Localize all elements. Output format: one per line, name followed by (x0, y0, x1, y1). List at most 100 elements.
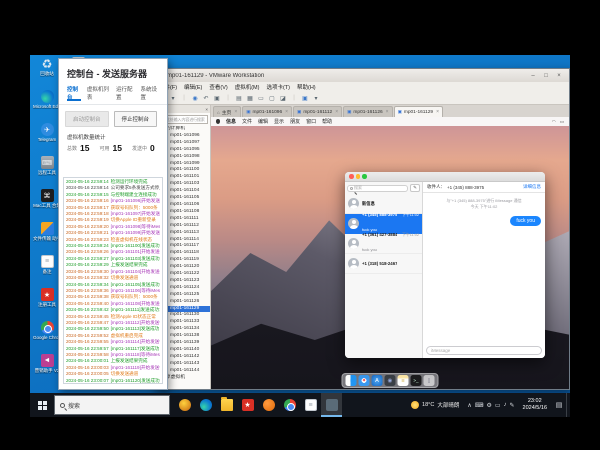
macos-menu-item[interactable]: 窗口 (306, 118, 316, 125)
toolbar-icon[interactable]: ▦ (245, 93, 255, 103)
desktop-icon[interactable]: ★ 注册工具 (33, 288, 61, 318)
tab-close-icon[interactable]: × (436, 109, 439, 115)
message-input[interactable]: iMessage (426, 346, 542, 355)
vm-tab[interactable]: ▣ mp01-161112 × (293, 106, 342, 117)
desktop-icon[interactable]: ≡ 备注 (33, 255, 61, 285)
menubar-status-icon[interactable]: ◠ (552, 119, 556, 125)
taskbar-app-button[interactable] (321, 393, 342, 417)
taskbar-search-input[interactable]: 搜索 (54, 395, 170, 415)
to-value[interactable]: +1 (345) 888-3975 (447, 185, 484, 190)
taskbar-app-button[interactable]: ≡ (300, 393, 321, 417)
conversation-item[interactable]: +1 (318) 518-2467 (345, 254, 422, 274)
toolbar-icon[interactable]: ◉ (190, 93, 200, 103)
dock-app-icon[interactable]: ▯ (424, 375, 435, 386)
taskbar-app-button[interactable] (174, 393, 195, 417)
menu-item[interactable]: 帮助(H) (297, 83, 316, 91)
console-tab[interactable]: 虚拟机列表 (87, 85, 110, 101)
zoom-traffic-light[interactable] (362, 174, 367, 179)
taskbar-app-button[interactable] (216, 393, 237, 417)
console-tab[interactable]: 控制台 (67, 85, 81, 101)
toolbar-icon[interactable]: | (289, 93, 299, 103)
compose-button[interactable]: ✎ (410, 184, 420, 192)
tray-icon[interactable]: ∧ (467, 402, 471, 409)
desktop-icon[interactable]: ◄ 营销助手 V2 (33, 354, 61, 384)
console-tab[interactable]: 运行配置 (116, 85, 135, 101)
vm-tab[interactable]: ⌂ 主页 × (213, 106, 241, 117)
toolbar-icon[interactable]: ◪ (278, 93, 288, 103)
desktop-icon[interactable]: ⌘ Mac工具 合集 (33, 189, 61, 219)
vmware-titlebar[interactable]: mp01-161129 - VMware Workstation – □ × (153, 69, 569, 82)
macos-menu-item[interactable]: 文件 (242, 118, 252, 125)
vm-tab[interactable]: ▣ mp01-161129 × (394, 106, 443, 117)
taskbar-app-button[interactable]: ★ (237, 393, 258, 417)
library-close-icon[interactable]: × (205, 107, 208, 112)
toolbar-icon[interactable]: ↶ (201, 93, 211, 103)
menu-item[interactable]: 虚拟机(M) (235, 83, 260, 91)
menu-item[interactable]: 查看(V) (209, 83, 227, 91)
tab-close-icon[interactable]: × (234, 109, 237, 115)
dock-app-icon[interactable]: >_ (411, 375, 422, 386)
tray-icon[interactable]: ♪ (504, 402, 507, 408)
maximize-button[interactable]: □ (540, 71, 552, 81)
desktop-icon[interactable]: Google Chrome (33, 321, 61, 351)
toolbar-icon[interactable]: | (223, 93, 233, 103)
tray-icon[interactable]: ▭ (495, 402, 501, 409)
dock-app-icon[interactable]: ◗ (346, 375, 357, 386)
tray-icon[interactable]: ⌨ (475, 402, 484, 409)
taskbar-app-button[interactable] (195, 393, 216, 417)
macos-menu-item[interactable]: 信息 (226, 118, 236, 125)
messages-titlebar[interactable] (345, 172, 545, 182)
tab-close-icon[interactable]: × (386, 109, 389, 115)
toolbar-icon[interactable]: ▣ (300, 93, 310, 103)
minimize-button[interactable]: – (527, 71, 539, 81)
conversation-item[interactable]: +1 (361) 427-3884 下午11:02 fuck you (345, 234, 422, 254)
taskbar-clock[interactable]: 23:02 2024/5/16 (518, 393, 552, 417)
start-button[interactable] (30, 393, 54, 417)
tray-icon[interactable]: ⚙ (486, 402, 491, 409)
macos-menu-item[interactable]: 显示 (274, 118, 284, 125)
tab-close-icon[interactable]: × (285, 109, 288, 115)
action-center-icon[interactable]: ▤ (552, 393, 566, 417)
macos-menu-item[interactable]: 帮助 (322, 118, 332, 125)
toolbar-icon[interactable]: | (179, 93, 189, 103)
menubar-status-icon[interactable]: ▭ (560, 119, 564, 125)
dock-app-icon[interactable]: ◉ (385, 375, 396, 386)
toolbar-icon[interactable]: ▾ (168, 93, 178, 103)
dock-app-icon[interactable]: ✦ (359, 375, 370, 386)
minimize-traffic-light[interactable] (356, 174, 361, 179)
apple-menu-icon[interactable] (216, 119, 220, 124)
stop-console-button[interactable]: 停止控制台 (114, 111, 158, 127)
taskbar-weather-widget[interactable]: 18°C 大部晴朗 (406, 393, 464, 417)
toolbar-icon[interactable]: ▢ (267, 93, 277, 103)
vm-tab[interactable]: ▣ mp01-161096 × (242, 106, 292, 117)
message-history[interactable]: 与"+1 (345) 888-3975"进行 iMessage 通信 今天 下午… (423, 193, 545, 343)
desktop-icon[interactable]: ⌨ 远程工具 (33, 156, 61, 186)
desktop-icon[interactable]: Microsoft Edge (33, 90, 61, 120)
menu-item[interactable]: 选项卡(T) (266, 83, 290, 91)
taskbar-app-button[interactable] (279, 393, 300, 417)
toolbar-icon[interactable]: ▭ (256, 93, 266, 103)
menu-item[interactable]: 编辑(E) (184, 83, 202, 91)
macos-menu-item[interactable]: 编辑 (258, 118, 268, 125)
start-console-button[interactable]: 启动控制台 (65, 111, 109, 127)
vm-tab[interactable]: ▣ mp01-161126 × (343, 106, 392, 117)
taskbar-app-button[interactable] (258, 393, 279, 417)
tray-icon[interactable]: ✎ (510, 402, 515, 409)
close-button[interactable]: × (553, 71, 565, 81)
messages-search-input[interactable]: 搜索 (347, 185, 408, 192)
toolbar-icon[interactable]: ▾ (311, 93, 321, 103)
dock-app-icon[interactable]: ≡ (398, 375, 409, 386)
close-traffic-light[interactable] (349, 174, 354, 179)
show-desktop-button[interactable] (566, 393, 570, 417)
console-tab[interactable]: 系统设置 (141, 85, 160, 101)
desktop-icon[interactable]: ♻ 回收站 (33, 57, 61, 87)
macos-menu-item[interactable]: 朋友 (290, 118, 300, 125)
console-log[interactable]: 2024-05-16 22:59:14检测运行环境完成 2024-05-16 2… (63, 177, 163, 384)
desktop-icon[interactable]: ✈ Telegram (33, 123, 61, 153)
toolbar-icon[interactable]: ▣ (212, 93, 222, 103)
desktop-icon[interactable]: 文件传输 助手 (33, 222, 61, 252)
toolbar-icon[interactable]: ▤ (234, 93, 244, 103)
tab-close-icon[interactable]: × (335, 109, 338, 115)
details-link[interactable]: 详细信息 (523, 184, 541, 190)
dock-app-icon[interactable]: A (372, 375, 383, 386)
